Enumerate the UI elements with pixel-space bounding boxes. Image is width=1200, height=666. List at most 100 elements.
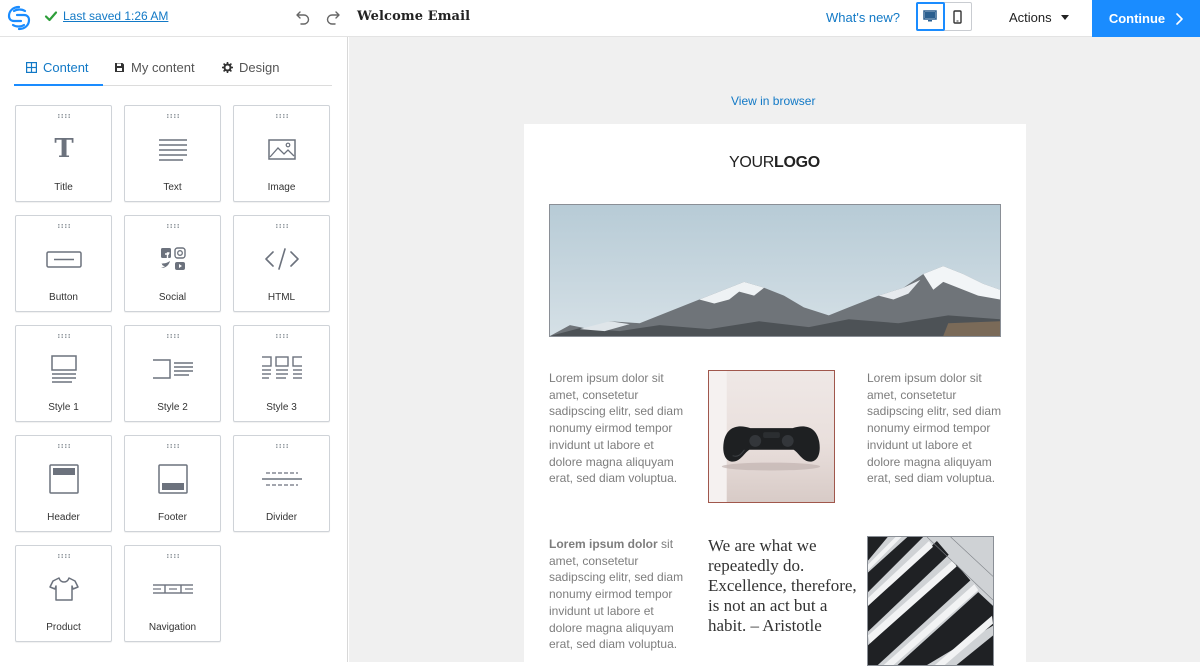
email-text-right[interactable]: Lorem ipsum dolor sit amet, consetetur s… bbox=[867, 370, 1007, 487]
save-icon bbox=[115, 63, 124, 72]
block-label: Button bbox=[49, 292, 78, 303]
button-icon bbox=[46, 251, 82, 268]
block-label: Style 1 bbox=[48, 402, 79, 413]
block-header[interactable]: Header bbox=[15, 435, 112, 532]
block-style-1[interactable]: Style 1 bbox=[15, 325, 112, 422]
drag-handle-icon bbox=[58, 444, 70, 448]
email-canvas: View in browser YOURLOGO Lorem ipsum dol… bbox=[349, 37, 1200, 666]
email-text-bottom-body: sit amet, consetetur sadipscing elitr, s… bbox=[549, 537, 684, 652]
undo-icon[interactable] bbox=[295, 9, 311, 25]
block-html[interactable]: HTML bbox=[233, 215, 330, 312]
social-icon bbox=[161, 247, 186, 270]
block-label: Image bbox=[267, 182, 296, 193]
block-label: Title bbox=[54, 182, 73, 193]
drag-handle-icon bbox=[58, 114, 70, 118]
content-panel: Content My content Design T Title Text I… bbox=[0, 37, 348, 662]
logo-bold-text: LOGO bbox=[774, 154, 820, 171]
continue-label: Continue bbox=[1108, 11, 1166, 26]
block-label: Social bbox=[158, 292, 187, 303]
device-toggle bbox=[916, 2, 972, 31]
tab-my-content[interactable]: My content bbox=[114, 60, 195, 75]
title-icon: T bbox=[54, 134, 74, 164]
navigation-icon bbox=[153, 584, 193, 594]
building-image[interactable] bbox=[867, 536, 994, 666]
logo-regular-text: YOUR bbox=[729, 154, 775, 171]
drag-handle-icon bbox=[276, 334, 288, 338]
email-text-bottom-heading: Lorem ipsum dolor bbox=[549, 537, 658, 551]
desktop-view-button[interactable] bbox=[916, 2, 945, 31]
drag-handle-icon bbox=[58, 554, 70, 558]
block-text[interactable]: Text bbox=[124, 105, 221, 202]
tab-my-content-label: My content bbox=[131, 60, 195, 75]
drag-handle-icon bbox=[276, 224, 288, 228]
block-image[interactable]: Image bbox=[233, 105, 330, 202]
drag-handle-icon bbox=[58, 224, 70, 228]
block-footer[interactable]: Footer bbox=[124, 435, 221, 532]
tab-content-label: Content bbox=[43, 60, 89, 75]
block-social[interactable]: Social bbox=[124, 215, 221, 312]
block-label: HTML bbox=[267, 292, 296, 303]
divider-icon bbox=[262, 472, 302, 486]
gamepad-image[interactable] bbox=[708, 370, 835, 503]
footer-icon bbox=[158, 464, 188, 494]
image-icon bbox=[268, 139, 296, 160]
redo-icon[interactable] bbox=[325, 9, 341, 25]
drag-handle-icon bbox=[167, 554, 179, 558]
drag-handle-icon bbox=[167, 114, 179, 118]
block-label: Navigation bbox=[148, 622, 197, 633]
block-label: Style 3 bbox=[266, 402, 297, 413]
block-label: Text bbox=[163, 182, 182, 193]
actions-label: Actions bbox=[1009, 10, 1052, 25]
style1-icon bbox=[51, 355, 77, 383]
code-icon bbox=[265, 248, 299, 270]
whats-new-link[interactable]: What's new? bbox=[826, 10, 900, 25]
view-in-browser-link[interactable]: View in browser bbox=[731, 94, 815, 108]
active-tab-indicator bbox=[14, 84, 103, 86]
block-divider[interactable]: Divider bbox=[233, 435, 330, 532]
email-logo[interactable]: YOURLOGO bbox=[729, 154, 820, 172]
block-navigation[interactable]: Navigation bbox=[124, 545, 221, 642]
save-status: Last saved 1:26 AM bbox=[44, 9, 168, 23]
drag-handle-icon bbox=[276, 114, 288, 118]
block-label: Product bbox=[46, 622, 81, 633]
email-text-bottom[interactable]: Lorem ipsum dolor sit amet, consetetur s… bbox=[549, 536, 689, 653]
block-label: Footer bbox=[158, 512, 187, 523]
mobile-view-button[interactable] bbox=[945, 3, 971, 30]
text-icon bbox=[159, 139, 187, 161]
email-text-left[interactable]: Lorem ipsum dolor sit amet, consetetur s… bbox=[549, 370, 689, 487]
style3-icon bbox=[262, 356, 302, 379]
last-saved-link[interactable]: Last saved 1:26 AM bbox=[63, 9, 168, 23]
block-button[interactable]: Button bbox=[15, 215, 112, 312]
app-logo-icon[interactable] bbox=[5, 4, 33, 32]
block-style-2[interactable]: Style 2 bbox=[124, 325, 221, 422]
grid-icon bbox=[26, 62, 37, 73]
actions-dropdown[interactable]: Actions bbox=[1009, 10, 1069, 25]
drag-handle-icon bbox=[167, 334, 179, 338]
drag-handle-icon bbox=[276, 444, 288, 448]
block-product[interactable]: Product bbox=[15, 545, 112, 642]
block-label: Style 2 bbox=[157, 402, 188, 413]
tab-design-label: Design bbox=[239, 60, 280, 75]
tab-design[interactable]: Design bbox=[222, 60, 279, 75]
block-label: Header bbox=[47, 512, 80, 523]
tab-content[interactable]: Content bbox=[26, 60, 89, 75]
block-label: Divider bbox=[265, 512, 298, 523]
block-title[interactable]: T Title bbox=[15, 105, 112, 202]
panel-tabs: Content My content Design bbox=[14, 49, 332, 86]
drag-handle-icon bbox=[58, 334, 70, 338]
block-style-3[interactable]: Style 3 bbox=[233, 325, 330, 422]
drag-handle-icon bbox=[167, 224, 179, 228]
hero-mountain-image[interactable] bbox=[549, 204, 1001, 337]
mobile-icon bbox=[953, 9, 962, 24]
chevron-down-icon bbox=[1060, 15, 1069, 20]
desktop-icon bbox=[923, 10, 938, 22]
chevron-right-icon bbox=[1176, 12, 1183, 25]
header-icon bbox=[49, 464, 79, 494]
email-body[interactable]: YOURLOGO Lorem ipsum dolor sit amet, con… bbox=[524, 124, 1026, 666]
style2-icon bbox=[153, 359, 193, 379]
email-quote[interactable]: We are what we repeatedly do. Excellence… bbox=[708, 536, 858, 636]
document-title[interactable]: Welcome Email bbox=[357, 9, 470, 24]
check-icon bbox=[44, 11, 58, 22]
continue-button[interactable]: Continue bbox=[1092, 0, 1200, 37]
tshirt-icon bbox=[49, 577, 79, 601]
